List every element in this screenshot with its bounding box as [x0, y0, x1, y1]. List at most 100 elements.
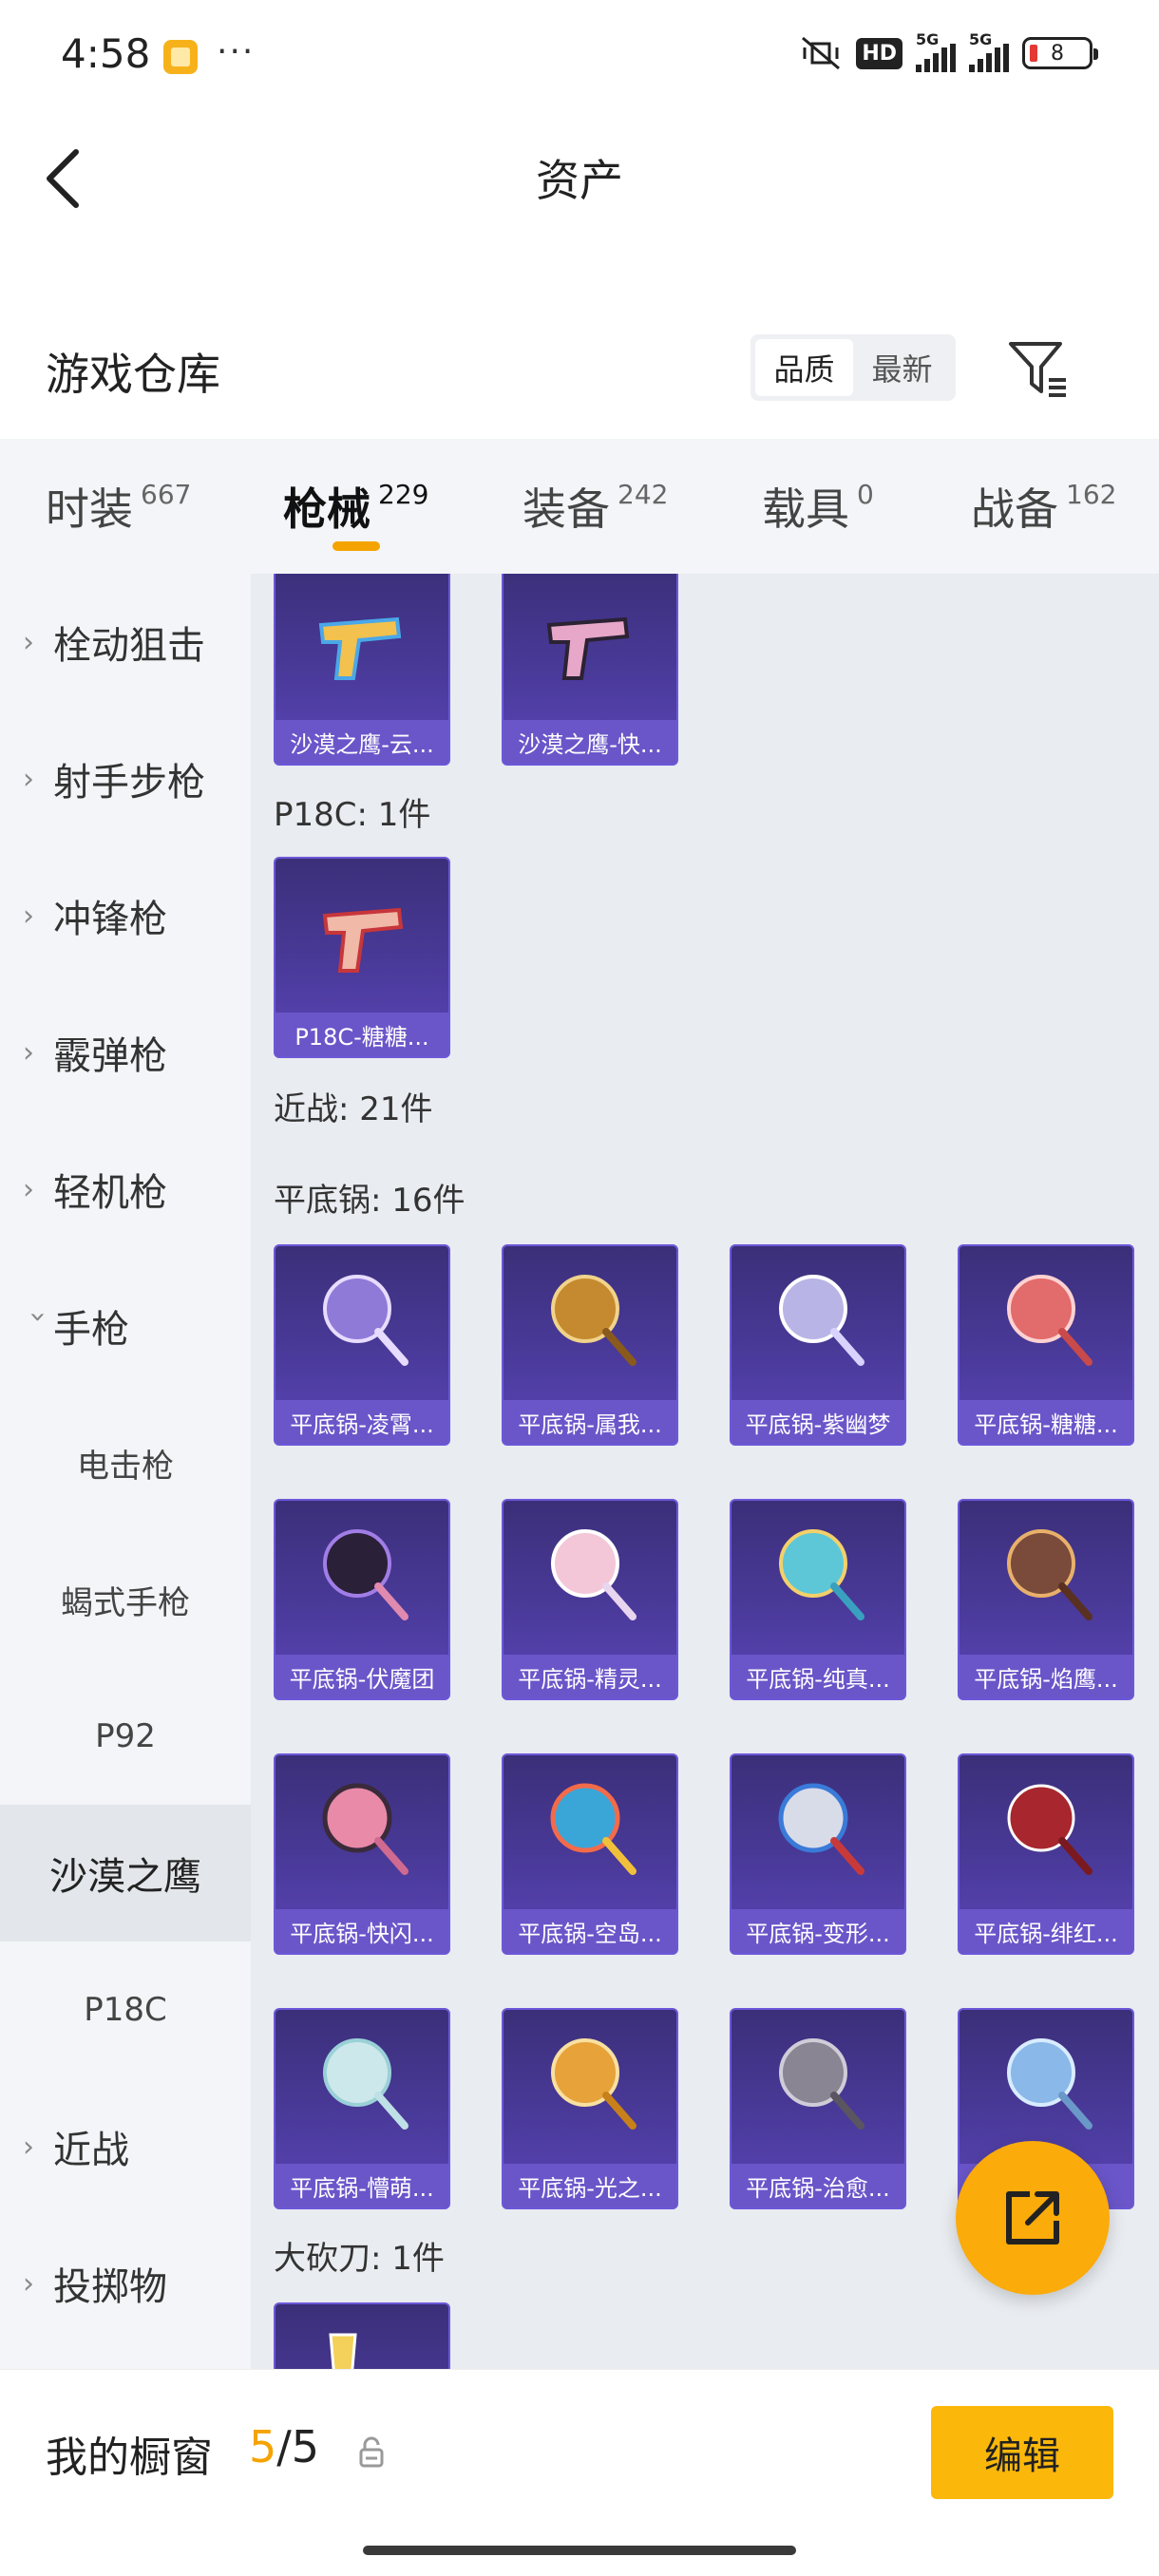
pan-icon — [1007, 2038, 1092, 2130]
sidebar-item-shotgun[interactable]: › 霰弹枪 — [0, 984, 251, 1121]
pan-icon — [550, 1783, 636, 1875]
sidebar-item-throwables[interactable]: › 投掷物 — [0, 2215, 251, 2352]
pan-icon — [551, 1275, 636, 1366]
battery-icon: 8 — [1022, 37, 1098, 69]
showcase-label: 我的橱窗 — [46, 2434, 213, 2482]
tab-count: 229 — [378, 479, 429, 510]
chevron-right-icon: › — [23, 899, 34, 933]
item-name: 平底锅-快闪... — [276, 1909, 448, 1953]
sidebar-item-skorpion[interactable]: 蝎式手枪 — [0, 1531, 251, 1668]
tab-equipment[interactable]: 装备 242 — [522, 475, 668, 538]
pistol-icon — [318, 616, 402, 680]
filter-icon[interactable] — [1005, 336, 1072, 403]
chevron-right-icon: › — [23, 2266, 34, 2301]
chevron-right-icon: › — [23, 2130, 34, 2164]
tab-label: 时装 — [46, 483, 133, 535]
pan-icon — [1007, 1784, 1092, 1875]
item-card[interactable] — [274, 2302, 450, 2369]
edit-button[interactable]: 编辑 — [931, 2406, 1113, 2499]
item-card[interactable]: 平底锅-焰鹰... — [958, 1499, 1134, 1700]
tab-fashion[interactable]: 时装 667 — [46, 475, 191, 538]
item-name: 平底锅-绯红... — [960, 1909, 1132, 1953]
tab-vehicles[interactable]: 载具 0 — [762, 475, 874, 538]
item-card[interactable]: P18C-糖糖... — [274, 857, 450, 1058]
item-name: 沙漠之鹰-云... — [276, 720, 448, 764]
section-label-melee: 近战: 21件 — [274, 1090, 433, 1128]
pan-icon — [551, 1529, 636, 1620]
sidebar-item-melee[interactable]: › 近战 — [0, 2078, 251, 2215]
item-name: 平底锅-治愈... — [732, 2164, 904, 2207]
sidebar-item-label: 射手步枪 — [53, 761, 205, 805]
sort-toggle: 品质 最新 — [750, 334, 956, 401]
sidebar-item-pistol[interactable]: › 手枪 — [0, 1258, 251, 1394]
lock-icon[interactable] — [357, 2436, 386, 2469]
item-card[interactable]: 平底锅-纯真... — [730, 1499, 906, 1700]
pan-icon — [778, 1783, 864, 1875]
sidebar-item-label: 霰弹枪 — [53, 1034, 167, 1078]
sidebar-item-desert-eagle[interactable]: 沙漠之鹰 — [0, 1805, 251, 1941]
pan-icon — [323, 1529, 408, 1620]
item-card[interactable]: 平底锅-空岛... — [502, 1753, 678, 1955]
item-card[interactable]: 平底锅-糖糖... — [958, 1244, 1134, 1446]
item-card[interactable]: 平底锅-快闪... — [274, 1753, 450, 1955]
pan-icon — [779, 1529, 864, 1620]
app-header: 资产 — [0, 104, 1159, 247]
item-card[interactable]: 平底锅-绯红... — [958, 1753, 1134, 1955]
item-name: 平底锅-属我... — [504, 1400, 676, 1444]
item-card[interactable]: 平底锅-紫幽梦 — [730, 1244, 906, 1446]
item-card[interactable]: 平底锅-凌霄... — [274, 1244, 450, 1446]
chevron-right-icon: › — [23, 1172, 34, 1206]
item-name: 平底锅-空岛... — [504, 1909, 676, 1953]
item-name: 平底锅-纯真... — [732, 1655, 904, 1698]
item-card[interactable]: 沙漠之鹰-快... — [502, 574, 678, 766]
item-card[interactable]: 沙漠之鹰-云... — [274, 574, 450, 766]
showcase-total: 5 — [291, 2421, 320, 2472]
machete-icon — [329, 2333, 357, 2369]
showcase-separator: / — [276, 2421, 292, 2472]
tab-supplies[interactable]: 战备 162 — [971, 475, 1116, 538]
pan-icon — [322, 1783, 408, 1875]
warehouse-title: 游戏仓库 — [46, 349, 220, 400]
pan-icon — [779, 2038, 864, 2130]
signal-5g-icon: 5G — [916, 30, 956, 72]
sidebar-item-dmr[interactable]: › 射手步枪 — [0, 710, 251, 847]
sidebar-item-p18c[interactable]: P18C — [0, 1941, 251, 2078]
pan-icon — [551, 2038, 636, 2130]
signal-5g-icon-2: 5G — [969, 30, 1009, 72]
status-time: 4:58 — [61, 30, 151, 77]
item-card[interactable]: 平底锅-精灵... — [502, 1499, 678, 1700]
tab-firearms[interactable]: 枪械 229 — [283, 475, 428, 538]
home-indicator[interactable] — [363, 2546, 796, 2555]
item-name: 平底锅-糖糖... — [960, 1400, 1132, 1444]
sidebar-item-lmg[interactable]: › 轻机枪 — [0, 1121, 251, 1258]
sidebar-item-p92[interactable]: P92 — [0, 1668, 251, 1805]
item-card[interactable]: 平底锅-懵萌... — [274, 2008, 450, 2209]
sidebar-item-smg[interactable]: › 冲锋枪 — [0, 847, 251, 984]
status-bar: 4:58 ··· HD 5G 5G 8 — [0, 0, 1159, 104]
tab-count: 162 — [1066, 479, 1117, 510]
sidebar-item-label: P92 — [95, 1717, 156, 1755]
item-name: 平底锅-凌霄... — [276, 1400, 448, 1444]
warehouse-header: 游戏仓库 品质 最新 — [0, 313, 1159, 418]
sidebar-item-stun-gun[interactable]: 电击枪 — [0, 1394, 251, 1531]
item-name: 平底锅-变形... — [732, 1909, 904, 1953]
item-card[interactable]: 平底锅-伏魔团 — [274, 1499, 450, 1700]
item-card[interactable]: 平底锅-光之... — [502, 2008, 678, 2209]
section-label-pan: 平底锅: 16件 — [274, 1182, 466, 1220]
showcase-count: 5/5 — [249, 2421, 319, 2472]
item-card[interactable]: 平底锅-治愈... — [730, 2008, 906, 2209]
sort-quality-option[interactable]: 品质 — [755, 339, 853, 396]
sidebar-item-label: P18C — [84, 1991, 167, 2029]
sidebar-item-label: 蝎式手枪 — [61, 1583, 190, 1622]
hd-voice-icon: HD — [856, 37, 902, 69]
item-name: 平底锅-光之... — [504, 2164, 676, 2207]
sort-newest-option[interactable]: 最新 — [853, 339, 951, 396]
sidebar-item-label: 轻机枪 — [53, 1171, 167, 1215]
item-card[interactable]: 平底锅-属我... — [502, 1244, 678, 1446]
share-fab-button[interactable] — [956, 2141, 1110, 2295]
pan-icon — [323, 2038, 408, 2130]
sidebar-item-label: 投掷物 — [53, 2265, 167, 2309]
item-card[interactable]: 平底锅-变形... — [730, 1753, 906, 1955]
pistol-icon — [322, 907, 404, 973]
sidebar-item-bolt-action[interactable]: › 栓动狙击 — [0, 574, 251, 710]
